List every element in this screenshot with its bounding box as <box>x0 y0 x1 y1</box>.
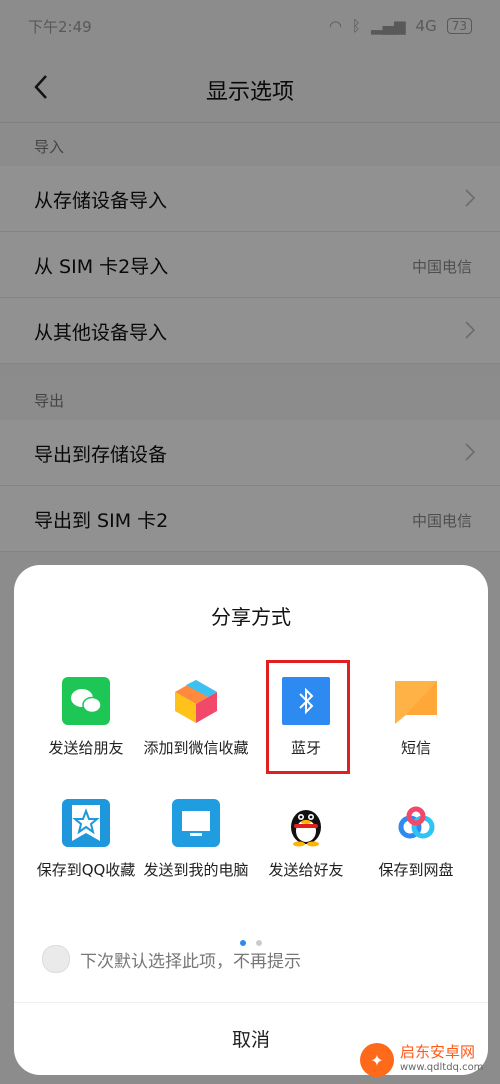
computer-icon <box>172 799 220 847</box>
wechat-icon <box>62 677 110 725</box>
qq-favorites-icon <box>62 799 110 847</box>
share-option-qq-favorites[interactable]: 保存到QQ收藏 <box>30 799 142 881</box>
share-option-label: 发送给朋友 <box>48 739 124 757</box>
share-option-qq-friend[interactable]: 发送给好友 <box>250 799 362 881</box>
watermark-logo-icon: ✦ <box>360 1043 394 1077</box>
bluetooth-highlight-box <box>266 660 350 774</box>
share-option-wechat-favorites[interactable]: 添加到微信收藏 <box>140 677 252 759</box>
share-option-label: 发送给好友 <box>268 861 344 879</box>
watermark: ✦ 启东安卓网 www.qdltdq.com <box>360 1036 500 1084</box>
share-option-label: 短信 <box>400 739 431 757</box>
remember-choice-label: 下次默认选择此项，不再提示 <box>80 951 301 972</box>
share-option-label: 保存到QQ收藏 <box>36 861 136 879</box>
share-option-wechat-friend[interactable]: 发送给朋友 <box>30 677 142 759</box>
share-option-label: 保存到网盘 <box>378 861 454 879</box>
qq-icon <box>282 799 330 847</box>
remember-checkbox[interactable] <box>42 945 70 973</box>
share-sheet-title: 分享方式 <box>211 605 291 629</box>
share-option-label: 发送到我的电脑 <box>143 861 249 879</box>
share-option-cloud-drive[interactable]: 保存到网盘 <box>360 799 472 881</box>
share-option-sms[interactable]: 短信 <box>360 677 472 759</box>
share-option-my-computer[interactable]: 发送到我的电脑 <box>140 799 252 881</box>
remember-choice-row[interactable]: 下次默认选择此项，不再提示 <box>42 945 301 973</box>
watermark-url: www.qdltdq.com <box>400 1062 484 1073</box>
divider <box>14 1002 488 1003</box>
wechat-favorites-icon <box>172 677 220 725</box>
sms-icon <box>392 677 440 725</box>
share-sheet: 分享方式 发送给朋友 添加到微信收藏 蓝牙 短信 保存到QQ收藏 发送到我的电脑… <box>14 565 488 1075</box>
share-option-label: 添加到微信收藏 <box>143 739 249 757</box>
cloud-drive-icon <box>392 799 440 847</box>
watermark-name: 启东安卓网 <box>400 1043 476 1061</box>
